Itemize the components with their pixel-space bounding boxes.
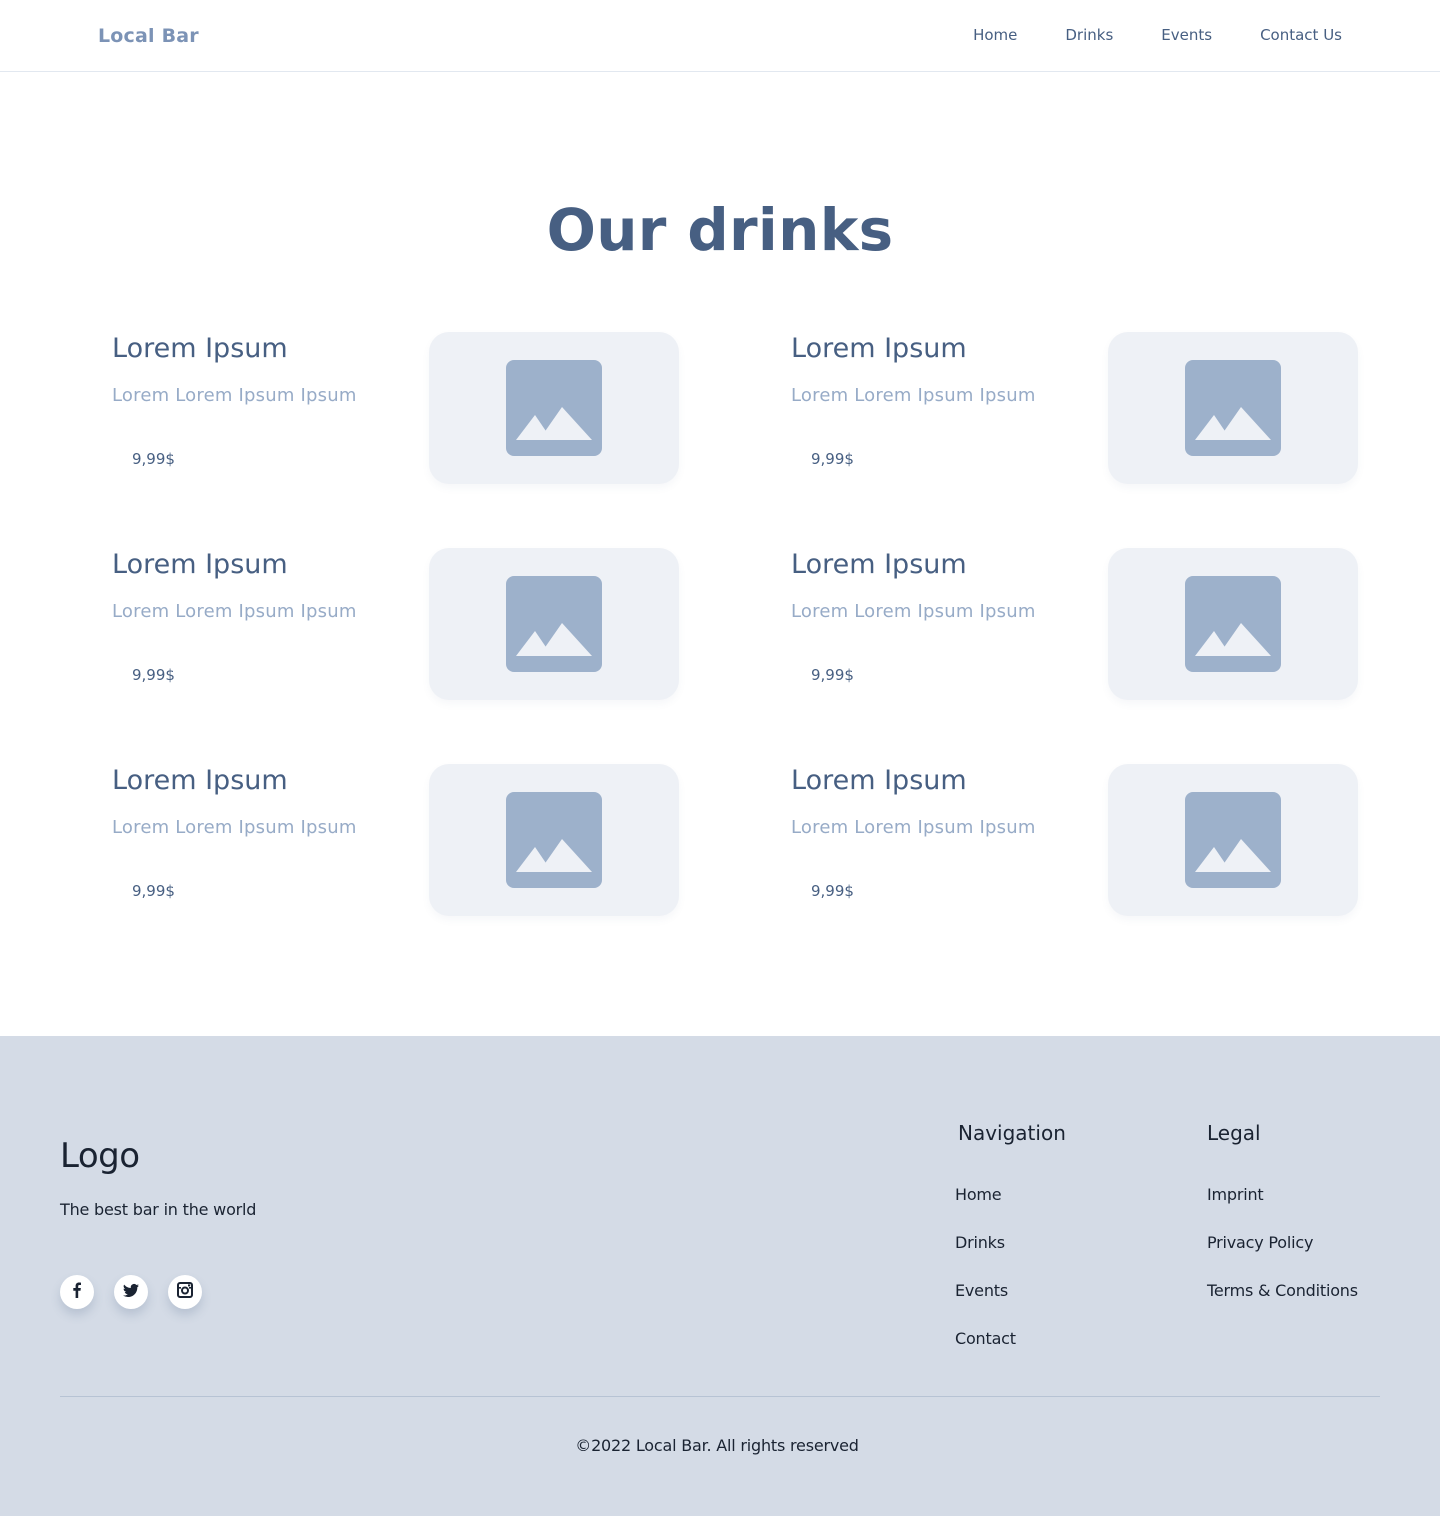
drink-image xyxy=(429,764,679,916)
footer-navigation-title: Navigation xyxy=(958,1121,1066,1145)
facebook-icon xyxy=(69,1282,85,1302)
drink-name: Lorem Ipsum xyxy=(791,549,967,580)
site-footer: Logo The best bar in the world Navigatio… xyxy=(0,1036,1440,1516)
footer-divider xyxy=(60,1396,1380,1397)
drink-card[interactable]: Lorem Ipsum Lorem Lorem Ipsum Ipsum 9,99… xyxy=(791,548,1358,700)
drink-price: 9,99$ xyxy=(811,450,854,468)
image-placeholder-icon xyxy=(1185,576,1281,672)
nav-events[interactable]: Events xyxy=(1161,24,1212,46)
drink-card[interactable]: Lorem Ipsum Lorem Lorem Ipsum Ipsum 9,99… xyxy=(112,548,679,700)
drink-price: 9,99$ xyxy=(132,450,175,468)
nav-drinks[interactable]: Drinks xyxy=(1065,24,1113,46)
footer-link-contact[interactable]: Contact xyxy=(955,1329,1016,1349)
drink-name: Lorem Ipsum xyxy=(112,333,288,364)
drink-card[interactable]: Lorem Ipsum Lorem Lorem Ipsum Ipsum 9,99… xyxy=(791,332,1358,484)
drink-image xyxy=(429,548,679,700)
drink-description: Lorem Lorem Ipsum Ipsum xyxy=(791,817,1036,838)
drink-name: Lorem Ipsum xyxy=(112,765,288,796)
footer-link-imprint[interactable]: Imprint xyxy=(1207,1185,1358,1205)
drink-name: Lorem Ipsum xyxy=(791,333,967,364)
page-title: Our drinks xyxy=(546,196,894,264)
footer-logo[interactable]: Logo xyxy=(60,1134,140,1178)
footer-link-privacy-policy[interactable]: Privacy Policy xyxy=(1207,1233,1358,1253)
drink-description: Lorem Lorem Ipsum Ipsum xyxy=(791,385,1036,406)
drink-card[interactable]: Lorem Ipsum Lorem Lorem Ipsum Ipsum 9,99… xyxy=(791,764,1358,916)
site-header: Local Bar Home Drinks Events Contact Us xyxy=(0,0,1440,72)
drink-image xyxy=(1108,548,1358,700)
footer-legal: Imprint Privacy Policy Terms & Condition… xyxy=(1207,1185,1358,1301)
footer-link-home[interactable]: Home xyxy=(955,1185,1016,1205)
drink-name: Lorem Ipsum xyxy=(112,549,288,580)
image-placeholder-icon xyxy=(506,360,602,456)
drink-price: 9,99$ xyxy=(132,882,175,900)
facebook-link[interactable] xyxy=(60,1275,94,1309)
footer-navigation: Home Drinks Events Contact xyxy=(955,1185,1016,1349)
drink-card[interactable]: Lorem Ipsum Lorem Lorem Ipsum Ipsum 9,99… xyxy=(112,764,679,916)
twitter-link[interactable] xyxy=(114,1275,148,1309)
instagram-icon xyxy=(177,1282,193,1302)
brand-logo[interactable]: Local Bar xyxy=(98,22,199,50)
drink-price: 9,99$ xyxy=(811,882,854,900)
footer-legal-title: Legal xyxy=(1207,1121,1261,1145)
copyright-text: ©2022 Local Bar. All rights reserved xyxy=(575,1436,859,1455)
drink-description: Lorem Lorem Ipsum Ipsum xyxy=(112,385,357,406)
image-placeholder-icon xyxy=(506,792,602,888)
drink-price: 9,99$ xyxy=(811,666,854,684)
nav-home[interactable]: Home xyxy=(973,24,1017,46)
drink-card[interactable]: Lorem Ipsum Lorem Lorem Ipsum Ipsum 9,99… xyxy=(112,332,679,484)
image-placeholder-icon xyxy=(1185,792,1281,888)
drink-description: Lorem Lorem Ipsum Ipsum xyxy=(112,601,357,622)
footer-link-terms[interactable]: Terms & Conditions xyxy=(1207,1281,1358,1301)
instagram-link[interactable] xyxy=(168,1275,202,1309)
drink-price: 9,99$ xyxy=(132,666,175,684)
drink-image xyxy=(1108,332,1358,484)
drink-description: Lorem Lorem Ipsum Ipsum xyxy=(112,817,357,838)
footer-link-drinks[interactable]: Drinks xyxy=(955,1233,1016,1253)
drink-image xyxy=(1108,764,1358,916)
drink-description: Lorem Lorem Ipsum Ipsum xyxy=(791,601,1036,622)
footer-tagline: The best bar in the world xyxy=(60,1200,257,1219)
footer-link-events[interactable]: Events xyxy=(955,1281,1016,1301)
twitter-icon xyxy=(123,1282,139,1302)
main-nav: Home Drinks Events Contact Us xyxy=(973,24,1342,46)
drink-name: Lorem Ipsum xyxy=(791,765,967,796)
image-placeholder-icon xyxy=(506,576,602,672)
social-links xyxy=(60,1275,202,1309)
image-placeholder-icon xyxy=(1185,360,1281,456)
drink-image xyxy=(429,332,679,484)
nav-contact-us[interactable]: Contact Us xyxy=(1260,24,1342,46)
